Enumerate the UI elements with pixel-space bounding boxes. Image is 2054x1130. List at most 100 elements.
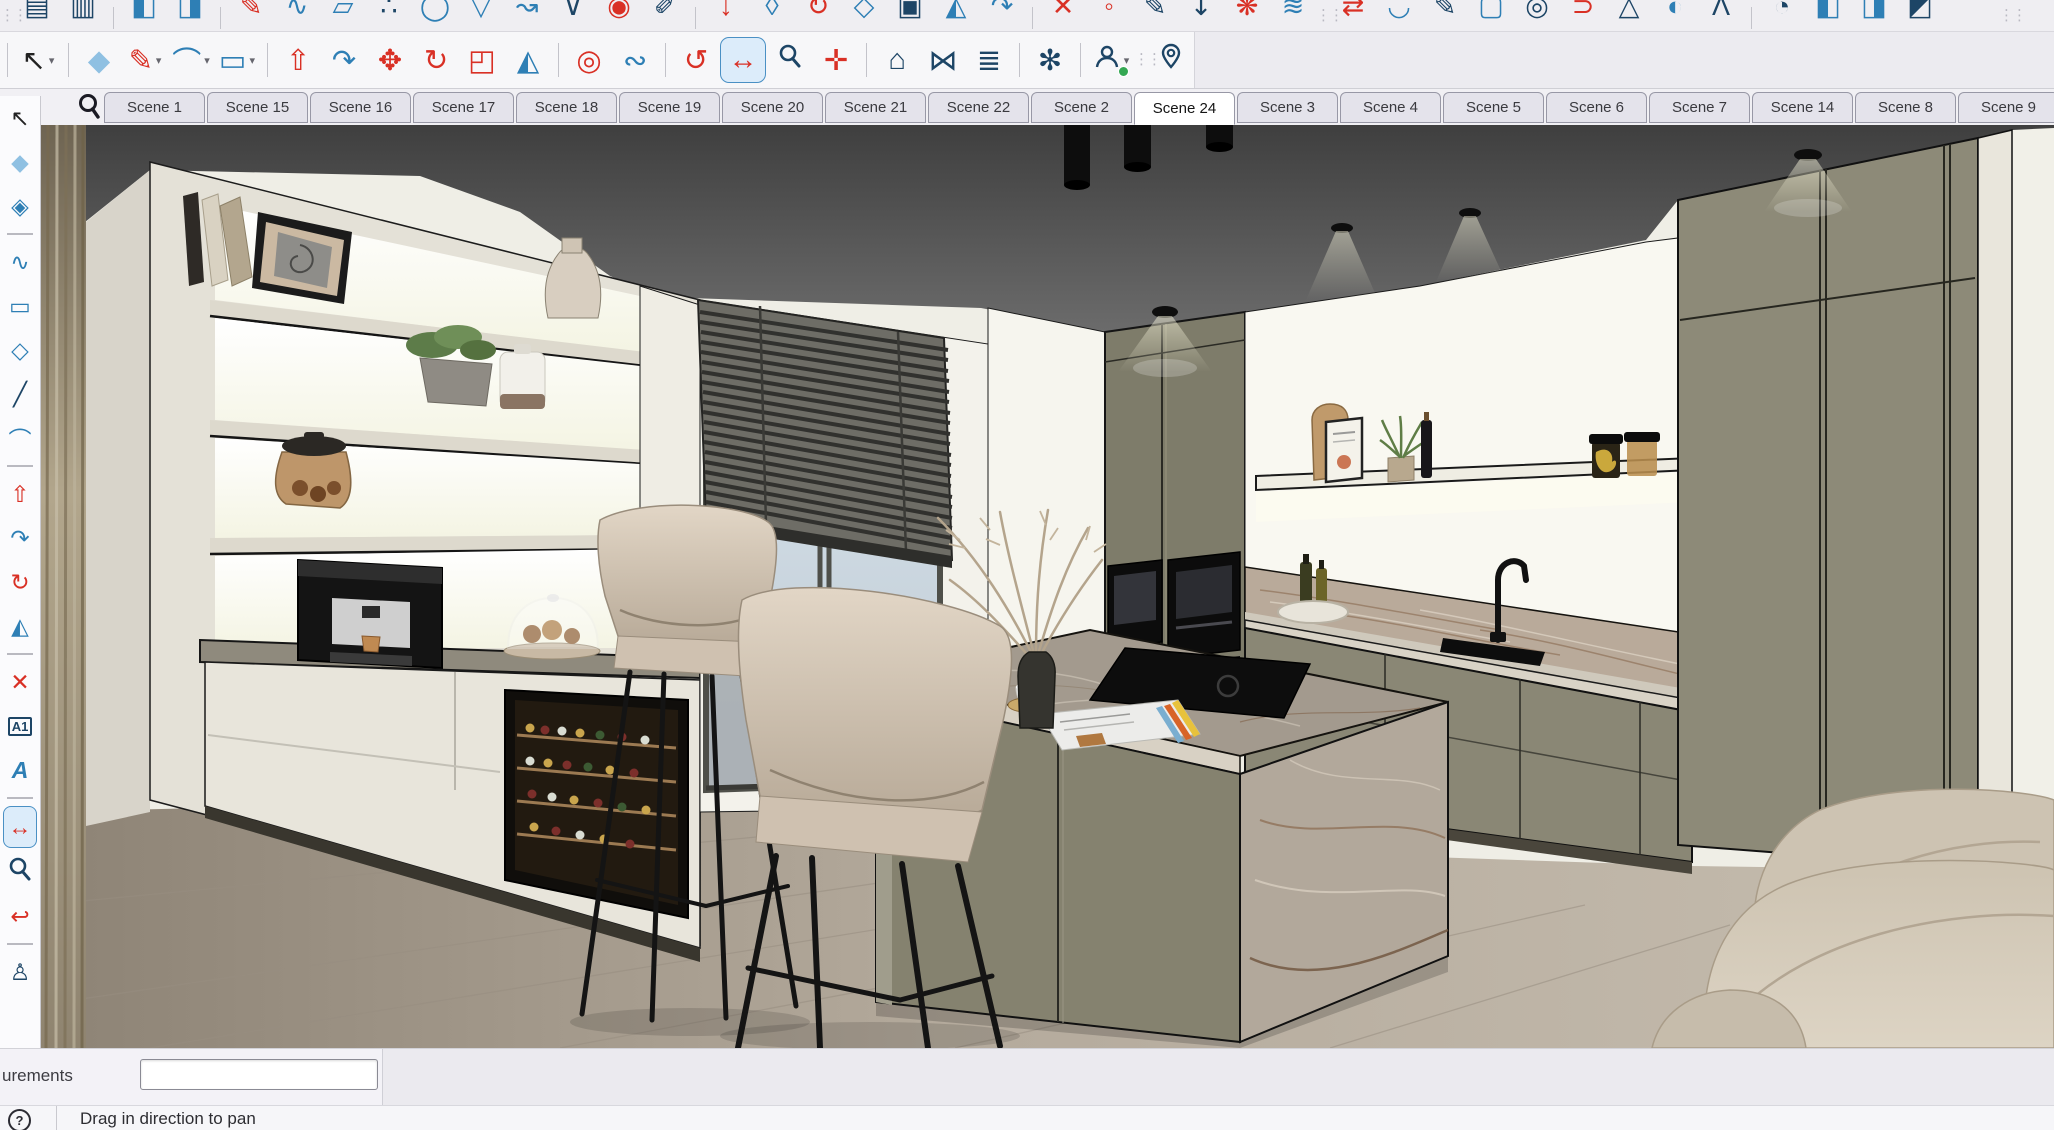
3d-text-tool-button[interactable]: A	[4, 750, 36, 790]
scene-tab-scene-4[interactable]: Scene 4	[1340, 92, 1441, 123]
toolbar-drag-handle[interactable]: ⋮⋮	[1316, 11, 1330, 21]
push-pull-tool-button[interactable]: ⇧	[4, 474, 36, 514]
scene-tab-scene-7[interactable]: Scene 7	[1649, 92, 1750, 123]
mirror-tool-tool-button[interactable]: ◭	[933, 0, 979, 26]
dropdown-caret-icon[interactable]: ▾	[249, 54, 255, 67]
scene-search-icon[interactable]	[76, 92, 104, 125]
soft-eraser-tool-button[interactable]: ◇	[841, 0, 887, 26]
polygon-tool-button[interactable]: ◇	[4, 330, 36, 370]
eraser-tool-button[interactable]: ◆	[77, 38, 121, 82]
axes-tool-tool-button[interactable]: ✕	[1040, 0, 1086, 26]
draw-pen-tool-button[interactable]: ✎	[1422, 0, 1468, 26]
rectangle-tool-button[interactable]: ▭▾	[215, 38, 259, 82]
scene-tab-scene-1[interactable]: Scene 1	[104, 92, 205, 123]
flip-tool-button[interactable]: ◭	[506, 38, 550, 82]
scene-tab-scene-18[interactable]: Scene 18	[516, 92, 617, 123]
scene-tab-scene-15[interactable]: Scene 15	[207, 92, 308, 123]
shaded-face-tool-button[interactable]: ◨	[167, 0, 213, 26]
offset-tool-button[interactable]: ◎	[567, 38, 611, 82]
pen-points-tool-button[interactable]: ✐	[642, 0, 688, 26]
drop-to-line-tool-button[interactable]: ↧	[1178, 0, 1224, 26]
sprinkle-tool-tool-button[interactable]: ❋	[1224, 0, 1270, 26]
drop-down-tool-tool-button[interactable]: ↓	[703, 0, 749, 26]
window-tool-tool-button[interactable]: ▣	[887, 0, 933, 26]
select-tool-button[interactable]: ↖	[4, 98, 36, 138]
scene-tab-scene-16[interactable]: Scene 16	[310, 92, 411, 123]
box-right-tool-button[interactable]: ◨	[1851, 0, 1897, 26]
scene-tab-scene-14[interactable]: Scene 14	[1752, 92, 1853, 123]
disc-tool-tool-button[interactable]: ◐	[1652, 0, 1698, 26]
rotate-tool-button[interactable]: ↻	[414, 38, 458, 82]
shaded-prism-tool-button[interactable]: ◧	[121, 0, 167, 26]
flip-tool-button[interactable]: ◭	[4, 606, 36, 646]
scene-tab-scene-17[interactable]: Scene 17	[413, 92, 514, 123]
scene-tab-scene-21[interactable]: Scene 21	[825, 92, 926, 123]
scene-tab-scene-8[interactable]: Scene 8	[1855, 92, 1956, 123]
tag-tool-button[interactable]: ◈	[4, 186, 36, 226]
arc-tool-button[interactable]: ⌒▾	[169, 38, 213, 82]
bezier-curve-tool-button[interactable]: ∿	[274, 0, 320, 26]
pipe-tool-tool-button[interactable]: ⊃	[1560, 0, 1606, 26]
scene-tab-scene-24[interactable]: Scene 24	[1134, 92, 1235, 125]
scene-tab-scene-22[interactable]: Scene 22	[928, 92, 1029, 123]
scene-tab-scene-9[interactable]: Scene 9	[1958, 92, 2054, 123]
scene-tab-scene-19[interactable]: Scene 19	[619, 92, 720, 123]
intersect-tool-button[interactable]: ∾	[613, 38, 657, 82]
components-tool-button[interactable]: ⌂	[875, 38, 919, 82]
zoom-tool-button[interactable]	[4, 852, 36, 892]
box-left-tool-button[interactable]: ◧	[1805, 0, 1851, 26]
red-pencil-tool-button[interactable]: ✎	[228, 0, 274, 26]
previous-view-tool-button[interactable]: ↩	[4, 896, 36, 936]
scene-tab-scene-5[interactable]: Scene 5	[1443, 92, 1544, 123]
measurements-input[interactable]	[140, 1059, 378, 1090]
dimensions-tool-button[interactable]: A1	[4, 706, 36, 746]
point-chain-tool-button[interactable]: ∴	[366, 0, 412, 26]
pan-tool-button[interactable]: ↔	[720, 37, 766, 83]
oval-tool-tool-button[interactable]: ◯	[412, 0, 458, 26]
lamp-tool-tool-button[interactable]: △	[1606, 0, 1652, 26]
vertex-tool-tool-button[interactable]: ∨	[550, 0, 596, 26]
marquee-select-tool-button[interactable]: ▢	[1468, 0, 1514, 26]
swap-arrows-tool-button[interactable]: ⇄	[1330, 0, 1376, 26]
squiggle-tool-tool-button[interactable]: ↝	[504, 0, 550, 26]
two-point-arc-tool-button[interactable]: ⌒	[4, 418, 36, 458]
freehand-tool-button[interactable]: ∿	[4, 242, 36, 282]
model-viewport[interactable]	[40, 125, 2054, 1048]
scene-tab-scene-20[interactable]: Scene 20	[722, 92, 823, 123]
axes-tool-button[interactable]: ✕	[4, 662, 36, 702]
zoom-tool-button[interactable]	[768, 38, 812, 82]
walk-tool-button[interactable]: ♙	[4, 952, 36, 992]
rotate-tool-button[interactable]: ↻	[4, 562, 36, 602]
toolbar-drag-handle[interactable]: ⋮⋮	[1999, 11, 2013, 21]
dropdown-caret-icon[interactable]: ▾	[49, 54, 55, 67]
line-tool-button[interactable]: ✎▾	[123, 38, 167, 82]
layers-tool-button[interactable]: ≣	[967, 38, 1011, 82]
circle-points-tool-button[interactable]: ◉	[596, 0, 642, 26]
dropdown-caret-icon[interactable]: ▾	[156, 54, 162, 67]
spray-tool-tool-button[interactable]: ≋	[1270, 0, 1316, 26]
prism-tool-tool-button[interactable]: ◊	[749, 0, 795, 26]
views-panel-tool-button[interactable]: ▥	[60, 0, 106, 26]
scale-tool-button[interactable]: ◰	[460, 38, 504, 82]
pan-tool-button[interactable]: ↔	[3, 806, 37, 848]
dropdown-caret-icon[interactable]: ▾	[204, 54, 210, 67]
scene-tab-scene-6[interactable]: Scene 6	[1546, 92, 1647, 123]
speech-tool-tool-button[interactable]: ◔	[1759, 0, 1805, 26]
scene-tab-scene-3[interactable]: Scene 3	[1237, 92, 1338, 123]
u-tool-tool-button[interactable]: ◡	[1376, 0, 1422, 26]
move-tool-button[interactable]: ✥	[368, 38, 412, 82]
line-tool-button[interactable]: ╱	[4, 374, 36, 414]
toolbar-drag-handle[interactable]: ⋮⋮	[1134, 55, 1148, 65]
scenes-panel-tool-button[interactable]: ▤	[14, 0, 60, 26]
pen-tool-tool-button[interactable]: ✎	[1132, 0, 1178, 26]
toolbar-drag-handle[interactable]: ⋮⋮	[0, 11, 14, 21]
trapezoid-tool-tool-button[interactable]: ▽	[458, 0, 504, 26]
zoom-extents-tool-button[interactable]: ✛	[814, 38, 858, 82]
account-tool-button[interactable]: ▾	[1089, 38, 1133, 82]
dropdown-caret-icon[interactable]: ▾	[1124, 54, 1130, 67]
materials-tool-button[interactable]: ⋈	[921, 38, 965, 82]
point-marker-tool-button[interactable]: ◦	[1086, 0, 1132, 26]
follow-me-tool-button[interactable]: ↷	[4, 518, 36, 558]
follow-me-tool-button[interactable]: ↷	[322, 38, 366, 82]
zoom-target-tool-button[interactable]: ◎	[1514, 0, 1560, 26]
